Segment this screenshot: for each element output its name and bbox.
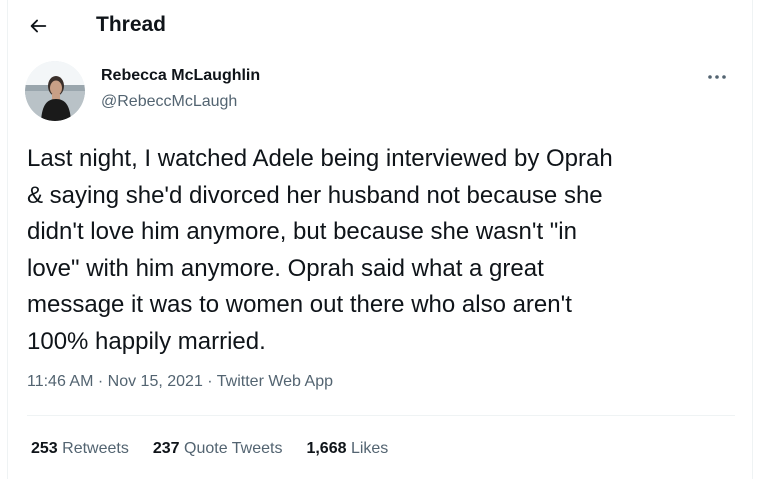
likes-count: 1,668 (306, 440, 347, 457)
tweet-source[interactable]: Twitter Web App (217, 373, 333, 390)
retweets-stat[interactable]: 253 Retweets (31, 438, 129, 460)
meta-separator-2: · (207, 373, 213, 390)
meta-separator-1: · (97, 373, 104, 390)
arrow-left-icon (30, 19, 47, 33)
quote-tweets-label: Quote Tweets (184, 440, 283, 457)
quote-tweets-stat[interactable]: 237 Quote Tweets (153, 438, 283, 460)
author-name[interactable]: Rebecca McLaughlin (101, 66, 260, 86)
tweet-time[interactable]: 11:46 AM (27, 373, 93, 390)
tweet-text: Last night, I watched Adele being interv… (27, 145, 613, 355)
page-title: Thread (96, 13, 167, 36)
quote-tweets-count: 237 (152, 440, 180, 457)
more-button[interactable] (700, 62, 734, 92)
divider (27, 415, 735, 416)
tweet-meta: 11:46 AM · Nov 15, 2021 · Twitter Web Ap… (27, 371, 333, 393)
back-button[interactable] (21, 9, 55, 43)
avatar[interactable] (25, 61, 85, 121)
thread-panel: Thread Rebecca McLaughlin @RebeccMcLaugh (7, 0, 753, 479)
retweets-count: 253 (31, 440, 58, 457)
more-horizontal-icon (708, 75, 726, 79)
tweet-stats: 253 Retweets 237 Quote Tweets 1,668 Like… (31, 438, 412, 460)
retweets-label: Retweets (62, 440, 129, 457)
tweet-date[interactable]: Nov 15, 2021 (108, 373, 203, 390)
likes-label: Likes (350, 440, 389, 457)
author-handle[interactable]: @RebeccMcLaugh (101, 92, 237, 112)
profile-photo (25, 61, 85, 121)
thread-header: Thread (8, 0, 754, 52)
likes-stat[interactable]: 1,668 Likes (306, 438, 388, 460)
